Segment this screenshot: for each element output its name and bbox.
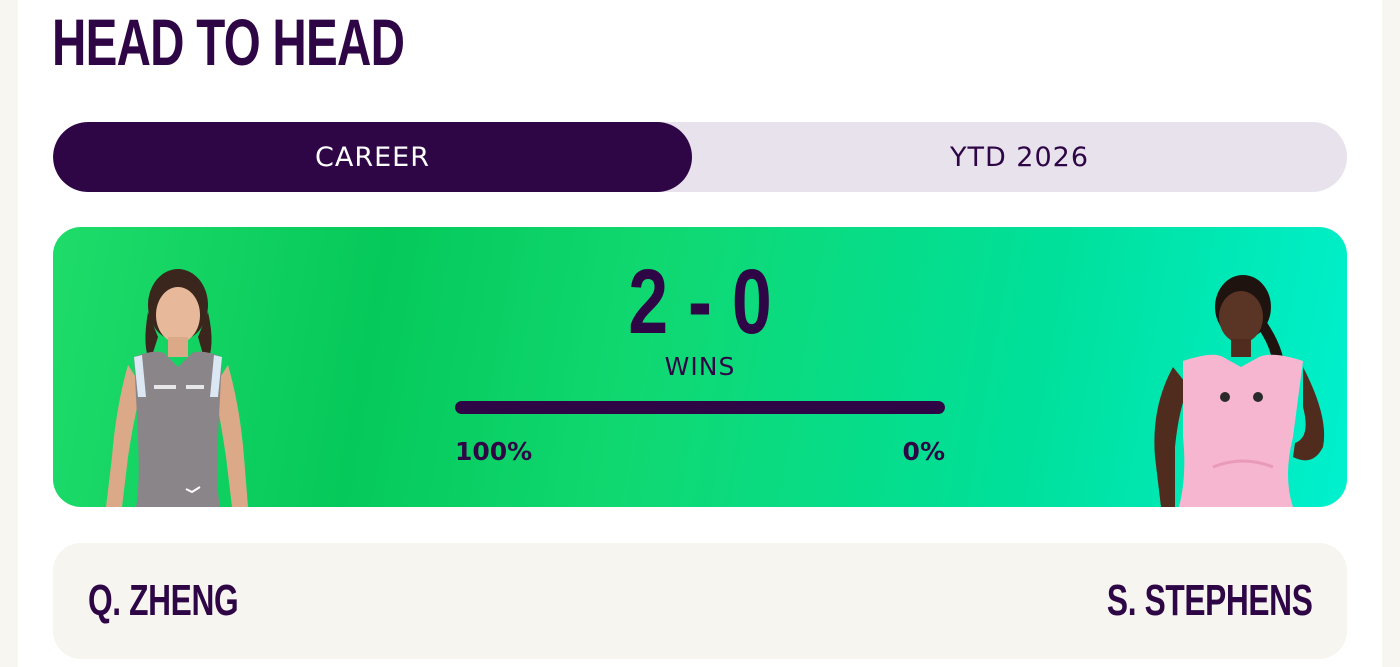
period-tabs: CAREER YTD 2026 bbox=[53, 122, 1347, 192]
wins-label: WINS bbox=[664, 352, 736, 381]
win-share-bar-fill bbox=[455, 401, 945, 414]
player-right-name[interactable]: S. STEPHENS bbox=[1106, 573, 1312, 629]
section-title: HEAD TO HEAD bbox=[52, 5, 405, 79]
head-to-head-card: 2 - 0 WINS 100% 0% bbox=[53, 227, 1347, 507]
right-win-percentage: 0% bbox=[902, 437, 945, 466]
head-to-head-score: 2 - 0 bbox=[628, 251, 772, 353]
left-win-percentage: 100% bbox=[455, 437, 533, 466]
win-share-bar bbox=[455, 401, 945, 414]
player-names-card: Q. ZHENG S. STEPHENS bbox=[53, 543, 1347, 659]
tab-ytd[interactable]: YTD 2026 bbox=[692, 122, 1347, 192]
tab-career[interactable]: CAREER bbox=[53, 122, 692, 192]
player-left-name[interactable]: Q. ZHENG bbox=[88, 573, 239, 629]
